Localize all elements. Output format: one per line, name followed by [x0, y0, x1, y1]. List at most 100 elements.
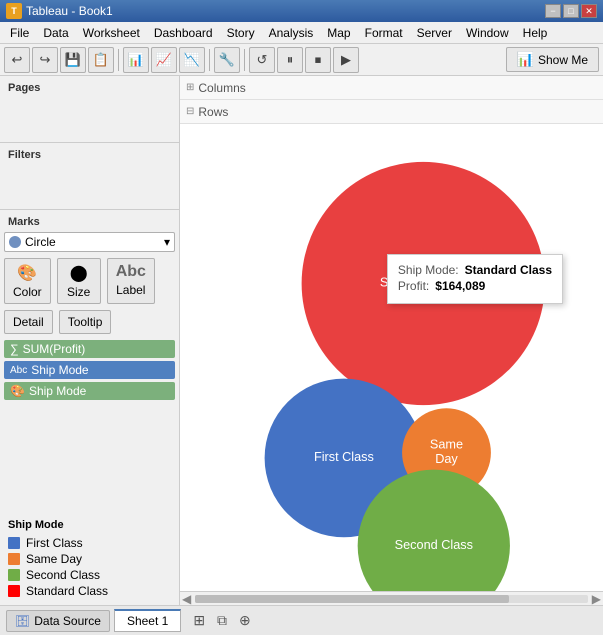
legend-color-standard-class: [8, 585, 20, 597]
rows-label: Rows: [198, 105, 228, 119]
toolbar-sep3: [244, 49, 245, 71]
pages-label: Pages: [4, 80, 175, 98]
chart-area[interactable]: Standard Class First Class Same Day Seco…: [180, 124, 603, 591]
color-button[interactable]: 🎨 Color: [4, 258, 51, 304]
scroll-thumb[interactable]: [195, 595, 509, 603]
marks-type-dropdown[interactable]: Circle ▾: [4, 232, 175, 252]
ship-mode-label-1: Ship Mode: [31, 363, 88, 377]
tooltip-profit-value: $164,089: [435, 279, 485, 293]
label-button[interactable]: Abc Label: [107, 258, 155, 304]
legend-label-second-class: Second Class: [26, 568, 100, 582]
maximize-button[interactable]: □: [563, 4, 579, 18]
bubble-label-same-day-1: Same: [430, 437, 463, 451]
left-panel: Pages Filters Marks Circle ▾ 🎨 Color: [0, 76, 180, 605]
sum-profit-label: SUM(Profit): [23, 342, 86, 356]
menu-data[interactable]: Data: [37, 24, 74, 42]
tooltip-ship-mode-value: Standard Class: [465, 263, 552, 277]
scroll-left-icon[interactable]: ◀: [182, 592, 191, 606]
toolbar-chart1[interactable]: 📊: [123, 47, 149, 73]
show-me-label: Show Me: [538, 53, 588, 67]
legend-item-second-class: Second Class: [8, 567, 171, 583]
ship-mode-label-2: Ship Mode: [29, 384, 86, 398]
toolbar-sep1: [118, 49, 119, 71]
tooltip-ship-mode-label: Ship Mode:: [398, 263, 459, 277]
close-button[interactable]: ✕: [581, 4, 597, 18]
sum-icon: ∑: [10, 342, 19, 356]
canvas-area: ⊞ Columns ⊟ Rows Standard Class First Cl…: [180, 76, 603, 605]
rows-row: ⊟ Rows: [180, 100, 603, 124]
toolbar: ↩ ↪ 💾 📋 📊 📈 📉 🔧 ↺ ⏸ ⏹ ▶ 📊 Show Me: [0, 44, 603, 76]
toolbar-redo[interactable]: ↪: [32, 47, 58, 73]
legend-section: Ship Mode First Class Same Day Second Cl…: [0, 513, 179, 605]
rows-grid-icon: ⊟: [186, 106, 194, 117]
toolbar-pause[interactable]: ⏸: [277, 47, 303, 73]
scroll-right-icon[interactable]: ▶: [592, 592, 601, 606]
toolbar-undo[interactable]: ↩: [4, 47, 30, 73]
menu-format[interactable]: Format: [359, 24, 409, 42]
marks-type-label: Circle: [25, 235, 56, 249]
chevron-down-icon: ▾: [164, 235, 170, 249]
columns-row: ⊞ Columns: [180, 76, 603, 100]
legend-item-same-day: Same Day: [8, 551, 171, 567]
title-bar: T Tableau - Book1 − □ ✕: [0, 0, 603, 22]
tooltip-button[interactable]: Tooltip: [59, 310, 112, 334]
toolbar-stop[interactable]: ⏹: [305, 47, 331, 73]
datasource-label: Data Source: [34, 614, 101, 628]
columns-grid-icon: ⊞: [186, 82, 194, 93]
ship-mode-pill-1[interactable]: Abc Ship Mode: [4, 361, 175, 379]
menu-window[interactable]: Window: [460, 24, 515, 42]
ship-mode-pill-2[interactable]: 🎨 Ship Mode: [4, 382, 175, 400]
filters-section: Filters: [0, 143, 179, 210]
menu-help[interactable]: Help: [517, 24, 554, 42]
pages-section: Pages: [0, 76, 179, 143]
marks-pills: ∑ SUM(Profit) Abc Ship Mode 🎨 Ship Mode: [4, 340, 175, 400]
toolbar-save[interactable]: 💾: [60, 47, 86, 73]
label-icon: Abc: [116, 263, 146, 281]
toolbar-chart2[interactable]: 📈: [151, 47, 177, 73]
menu-analysis[interactable]: Analysis: [263, 24, 320, 42]
bottom-icons: ⊞ ⧉ ⊕: [189, 610, 254, 631]
menu-bar: File Data Worksheet Dashboard Story Anal…: [0, 22, 603, 44]
toolbar-run[interactable]: ▶: [333, 47, 359, 73]
size-button[interactable]: ⬤ Size: [57, 258, 101, 304]
main-layout: Pages Filters Marks Circle ▾ 🎨 Color: [0, 76, 603, 605]
duplicate-icon[interactable]: ⧉: [213, 610, 231, 631]
show-me-button[interactable]: 📊 Show Me: [506, 47, 599, 72]
toolbar-new[interactable]: 📋: [88, 47, 114, 73]
legend-item-standard-class: Standard Class: [8, 583, 171, 599]
bubble-label-same-day-2: Day: [435, 452, 458, 466]
legend-color-same-day: [8, 553, 20, 565]
detail-button[interactable]: Detail: [4, 310, 53, 334]
tooltip-label: Tooltip: [68, 315, 103, 329]
app-icon: T: [6, 3, 22, 19]
new-sheet-icon[interactable]: ⊞: [189, 610, 209, 631]
toolbar-chart3[interactable]: 📉: [179, 47, 205, 73]
menu-map[interactable]: Map: [321, 24, 356, 42]
h-scrollbar[interactable]: ◀ ▶: [180, 591, 603, 605]
datasource-icon: 🗄: [15, 614, 30, 628]
tooltip-profit-label: Profit:: [398, 279, 429, 293]
marks-buttons: 🎨 Color ⬤ Size Abc Label: [4, 258, 175, 304]
detail-tooltip-row: Detail Tooltip: [4, 310, 175, 334]
menu-server[interactable]: Server: [411, 24, 458, 42]
color-icon: 🎨: [17, 263, 37, 283]
scroll-track[interactable]: [195, 595, 588, 603]
toolbar-filter[interactable]: 🔧: [214, 47, 240, 73]
legend-item-first-class: First Class: [8, 535, 171, 551]
add-icon[interactable]: ⊕: [235, 610, 255, 631]
menu-story[interactable]: Story: [221, 24, 261, 42]
bubble-label-first-class: First Class: [314, 450, 374, 464]
toolbar-refresh[interactable]: ↺: [249, 47, 275, 73]
color-dot-icon: 🎨: [10, 384, 25, 398]
minimize-button[interactable]: −: [545, 4, 561, 18]
menu-dashboard[interactable]: Dashboard: [148, 24, 219, 42]
bottom-bar: 🗄 Data Source Sheet 1 ⊞ ⧉ ⊕: [0, 605, 603, 635]
filters-label: Filters: [4, 147, 175, 165]
menu-worksheet[interactable]: Worksheet: [77, 24, 146, 42]
sum-profit-pill[interactable]: ∑ SUM(Profit): [4, 340, 175, 358]
sheet-tab[interactable]: Sheet 1: [114, 609, 181, 632]
legend-label-first-class: First Class: [26, 536, 83, 550]
bubble-label-second-class: Second Class: [395, 538, 473, 552]
menu-file[interactable]: File: [4, 24, 35, 42]
datasource-tab[interactable]: 🗄 Data Source: [6, 610, 110, 632]
